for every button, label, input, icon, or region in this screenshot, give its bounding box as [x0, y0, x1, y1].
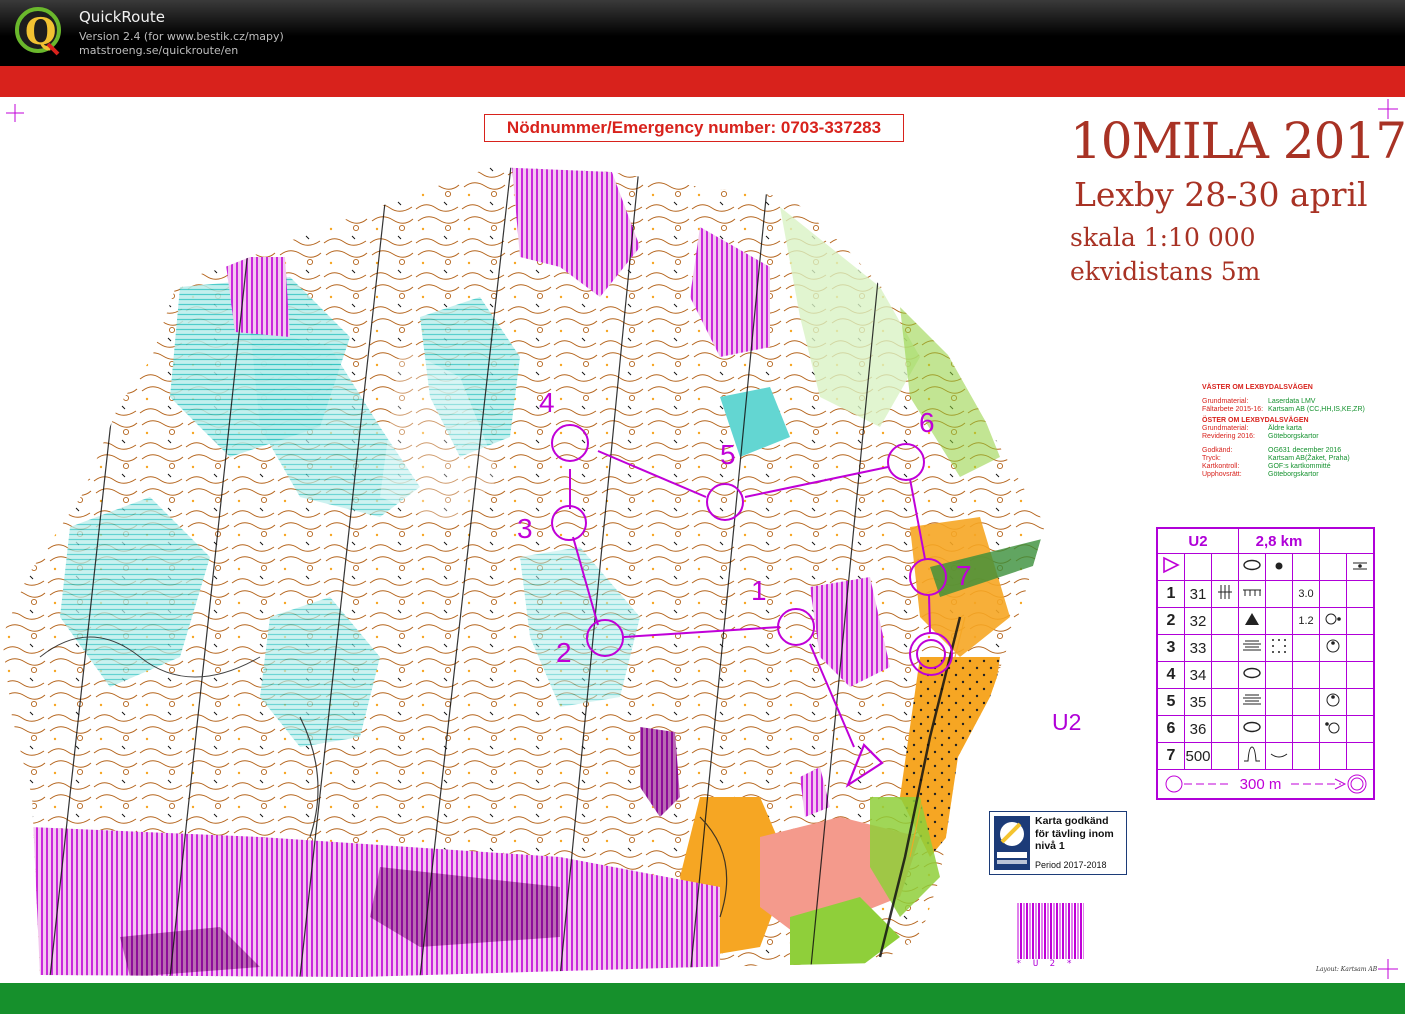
side-icon	[1319, 715, 1347, 743]
control-description-sheet: U2 2,8 km 1 31 3.0 2 32 1.2 3 33 4 34 5 …	[1156, 527, 1375, 800]
cd-row: 6 36	[1156, 715, 1375, 743]
north-side-icon	[1319, 634, 1347, 662]
thicket-icon	[1211, 580, 1239, 608]
credits-row: Revidering 2016: Göteborgskartor	[1202, 433, 1319, 440]
funnel-icon	[1265, 742, 1293, 770]
finish-distance: 300 m	[1239, 775, 1282, 793]
cd-finish-row: 300 m	[1156, 769, 1375, 800]
map-terrain	[2, 167, 1045, 977]
quickroute-logo-icon: Q	[15, 7, 61, 56]
dots-icon	[1265, 634, 1293, 662]
credits-row: Tryck: Kartsam AB(Žaket, Praha)	[1202, 455, 1350, 462]
course-barcode	[1016, 903, 1084, 959]
side-icon	[1319, 607, 1347, 635]
control-number-4: 4	[539, 387, 555, 418]
fence-icon	[1238, 580, 1266, 608]
footer-green-band	[0, 983, 1405, 1014]
credits-section-west: VÄSTER OM LEXBYDALSVÄGEN	[1202, 384, 1313, 391]
credits-section-east: ÖSTER OM LEXBYDALSVÄGEN	[1202, 417, 1309, 424]
credits-row: Grundmaterial: Äldre karta	[1202, 425, 1302, 432]
credits-row: Godkänd: OG631 december 2016	[1202, 447, 1342, 454]
cd-row: 3 33	[1156, 634, 1375, 662]
app-url: matstroeng.se/quickroute/en	[79, 44, 239, 57]
dot-icon	[1265, 553, 1293, 581]
control-number-3: 3	[517, 513, 533, 544]
cd-row: 7 500	[1156, 742, 1375, 770]
approval-text: Karta godkänd för tävling inom nivå 1	[1035, 815, 1114, 852]
north-side-icon	[1319, 688, 1347, 716]
credits-row: Grundmaterial: Laserdata LMV	[1202, 398, 1316, 405]
control-number-6: 6	[919, 407, 935, 438]
contour-interval: ekvidistans 5m	[1070, 257, 1261, 286]
svensk-orientering-logo-icon	[994, 816, 1030, 870]
header-red-band	[0, 66, 1405, 97]
app-title: QuickRoute	[79, 8, 165, 26]
emergency-number: Nödnummer/Emergency number: 0703-337283	[484, 114, 904, 142]
clearing-icon	[1238, 661, 1266, 689]
map-credits: VÄSTER OM LEXBYDALSVÄGEN Grundmaterial: L…	[1202, 384, 1387, 479]
control-number-1: 1	[751, 575, 767, 606]
boulder-icon	[1238, 607, 1266, 635]
course-label: U2	[1052, 709, 1082, 735]
app-header: Q QuickRoute Version 2.4 (for www.bestik…	[0, 0, 1405, 66]
clearing-icon	[1238, 715, 1266, 743]
approval-badge: Karta godkänd för tävling inom nivå 1 Pe…	[989, 811, 1127, 875]
marsh-icon	[1238, 688, 1266, 716]
course-leg	[928, 594, 931, 634]
path-icon	[1346, 553, 1375, 581]
map-scale: skala 1:10 000	[1070, 223, 1256, 252]
approval-period: Period 2017-2018	[1035, 860, 1107, 870]
cd-course-name: U2	[1156, 527, 1239, 554]
event-place-date: Lexby 28-30 april	[1074, 175, 1368, 214]
credits-row: Fältarbete 2015-16: Kartsam AB (CC,HH,IS,…	[1202, 406, 1365, 413]
orienteering-map[interactable]: 1 2 3 4 5 6 7 Nödnummer/Emergency number…	[0, 97, 1405, 983]
barcode-text: * U 2 *	[1016, 959, 1075, 969]
credits-row: Kartkontroll: GOF:s kartkommitté	[1202, 463, 1331, 470]
cd-row: 2 32 1.2	[1156, 607, 1375, 635]
layout-credit: Layout: Kartsam AB	[1316, 966, 1378, 973]
control-number-5: 5	[720, 439, 736, 470]
control-number-7: 7	[956, 560, 972, 591]
finish-arrow-icon	[1290, 774, 1367, 794]
clearing-icon	[1238, 553, 1266, 581]
start-triangle-icon	[1156, 553, 1185, 581]
credits-row: Upphovsrätt: Göteborgskartor	[1202, 471, 1319, 478]
event-title: 10MILA 2017	[1070, 112, 1405, 170]
cd-course-length: 2,8 km	[1238, 527, 1320, 554]
cd-row: 4 34	[1156, 661, 1375, 689]
cd-row: 1 31 3.0	[1156, 580, 1375, 608]
control-number-2: 2	[556, 637, 572, 668]
marsh-icon	[1238, 634, 1266, 662]
taped-route-icon	[1238, 742, 1266, 770]
cd-row: 5 35	[1156, 688, 1375, 716]
finish-start-icon	[1165, 775, 1228, 793]
app-version: Version 2.4 (for www.bestik.cz/mapy)	[79, 30, 284, 43]
